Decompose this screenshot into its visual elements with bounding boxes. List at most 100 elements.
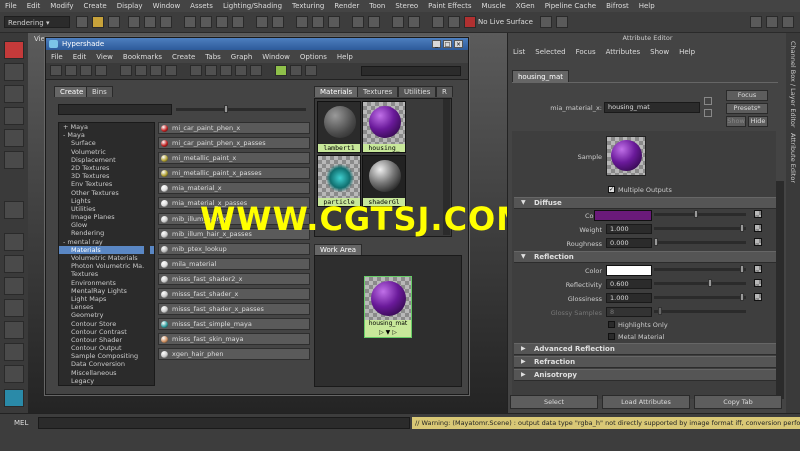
pin-icon[interactable] [432,16,444,28]
tree-item[interactable]: 3D Textures [59,172,154,180]
node-list-item[interactable]: misss_fast_shader_x [158,288,310,301]
tree-item[interactable]: Textures [59,270,154,278]
sidebar-toggle-icon[interactable] [540,16,552,28]
node-list-item[interactable]: mi_metallic_paint_x [158,152,310,165]
swatch-lambert1[interactable]: lambert1 [317,101,361,153]
multiple-outputs-checkbox[interactable]: ✓ [608,186,615,193]
attributes-scrollbar[interactable] [776,181,784,399]
hypershade-menu-item[interactable]: Window [257,53,295,61]
tool-settings-icon[interactable] [750,16,762,28]
show-manipulator-icon[interactable] [4,201,24,219]
main-menu-item[interactable]: Assets [185,2,218,10]
hypershade-search-field[interactable] [361,66,461,76]
lasso-tool-icon[interactable] [4,63,24,81]
hypershade-menu-item[interactable]: Bookmarks [118,53,167,61]
two-pane-layout-icon[interactable] [4,277,24,295]
diffuse-color-slider[interactable] [654,213,746,216]
node-list-item[interactable]: xgen_hair_phen [158,348,310,361]
node-list-item[interactable]: mi_metallic_paint_x_passes [158,167,310,180]
section-anisotropy[interactable]: ▶ Anisotropy [514,369,776,381]
render-frame-icon[interactable] [296,16,308,28]
hypershade-menu-item[interactable]: File [46,53,68,61]
layout-single-icon[interactable] [135,65,147,76]
tab-textures[interactable]: Textures [357,86,399,97]
glossiness-map-button[interactable] [754,293,762,301]
tree-item[interactable]: Contour Store [59,320,154,328]
four-pane-layout-icon[interactable] [4,255,24,273]
hypershade-menu-item[interactable]: Help [332,53,358,61]
tree-item[interactable]: Displacement [59,156,154,164]
open-scene-icon[interactable] [92,16,104,28]
tree-item[interactable]: Other Textures [59,189,154,197]
layout-top-icon[interactable] [80,65,92,76]
node-ports-icon[interactable]: ▷ ▼ ▷ [365,328,411,337]
attribute-editor-menu-item[interactable]: Help [674,48,700,56]
main-menu-item[interactable]: Modify [45,2,78,10]
tab-more[interactable]: R [436,86,453,97]
glossiness-field[interactable]: 1.000 [606,293,652,303]
move-tool-icon[interactable] [4,107,24,125]
swatch-housing[interactable]: housing_ [362,101,406,153]
presets-button[interactable]: Presets* [726,103,768,114]
work-area-node-housing[interactable]: housing_mat ▷ ▼ ▷ [364,276,412,338]
tree-item[interactable]: Light Maps [59,295,154,303]
section-refraction[interactable]: ▶ Refraction [514,356,776,368]
select-object-icon[interactable] [144,16,156,28]
attribute-editor-menu-item[interactable]: Show [645,48,674,56]
glossiness-slider-handle[interactable] [740,293,744,301]
main-menu-item[interactable]: Create [78,2,111,10]
reflection-color-map-button[interactable] [754,265,762,273]
render-settings-icon[interactable] [328,16,340,28]
tree-item[interactable]: Volumetric [59,148,154,156]
diffuse-color-swatch[interactable] [594,210,652,221]
main-menu-item[interactable]: Pipeline Cache [540,2,601,10]
tree-item[interactable]: Rendering [59,229,154,237]
hypershade-menu-item[interactable]: Create [167,53,200,61]
select-button[interactable]: Select [510,395,598,409]
tree-item[interactable]: 2D Textures [59,164,154,172]
diffuse-roughness-field[interactable]: 0.000 [606,238,652,248]
focus-button[interactable]: Focus [726,90,768,101]
graph-materials-icon[interactable] [50,65,62,76]
rotate-tool-icon[interactable] [4,129,24,147]
diffuse-color-slider-handle[interactable] [694,210,698,218]
load-attributes-button[interactable]: Load Attributes [602,395,690,409]
hypershade-menu-item[interactable]: Tabs [200,53,226,61]
node-list-item[interactable]: misss_fast_shader_x_passes [158,303,310,316]
channel-box-side-tab[interactable]: Channel Box / Layer Editor [789,41,797,128]
section-diffuse[interactable]: ▼ Diffuse [514,197,776,209]
tree-item[interactable]: Environments [59,279,154,287]
maya-logo-icon[interactable] [4,389,24,407]
reflection-color-slider[interactable] [654,268,746,271]
node-name-field[interactable]: housing_mat [604,102,700,113]
tree-item[interactable]: Contour Output [59,344,154,352]
main-menu-item[interactable]: Toon [364,2,390,10]
main-menu-item[interactable]: Texturing [287,2,329,10]
tree-item[interactable]: Lights [59,197,154,205]
main-menu-item[interactable]: Window [148,2,186,10]
tree-item[interactable]: Geometry [59,311,154,319]
swatch-toggle-icon[interactable] [275,65,287,76]
new-scene-icon[interactable] [76,16,88,28]
node-list-item[interactable]: mib_ptex_lookup [158,242,310,255]
snap-plane-icon[interactable] [232,16,244,28]
metal-material-checkbox[interactable] [608,333,615,340]
tree-item[interactable]: Surface [59,139,154,147]
diffuse-weight-field[interactable]: 1.000 [606,224,652,234]
main-menu-item[interactable]: Edit [22,2,46,10]
work-area-graph[interactable]: housing_mat ▷ ▼ ▷ [314,255,462,387]
diffuse-weight-slider-handle[interactable] [740,224,744,232]
tab-work-area[interactable]: Work Area [314,244,363,255]
reflectivity-slider-handle[interactable] [708,279,712,287]
diffuse-roughness-slider-handle[interactable] [654,238,658,246]
tree-item[interactable]: Lenses [59,303,154,311]
clear-icon[interactable] [250,65,262,76]
node-list-item[interactable]: mila_material [158,257,310,270]
node-list-item[interactable]: mia_material_x [158,182,310,195]
attribute-editor-menu-item[interactable]: Focus [571,48,601,56]
tree-item[interactable]: Legacy [59,377,154,385]
graph-layout-icon[interactable] [4,343,24,361]
layout-bottom-icon[interactable] [95,65,107,76]
layout-split-icon[interactable] [120,65,132,76]
hypershade-layout-icon[interactable] [4,321,24,339]
